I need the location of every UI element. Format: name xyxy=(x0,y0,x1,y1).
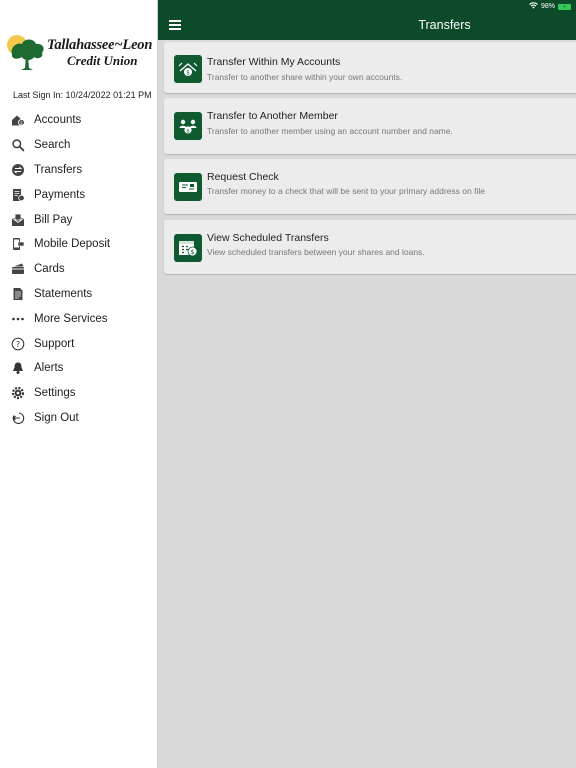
status-bar: 98% ▪ xyxy=(529,2,571,11)
tree-logo-icon xyxy=(7,35,44,70)
sidebar-item-label: Sign Out xyxy=(34,411,79,424)
sidebar-menu: $ Accounts Search Transfers Payments Bil… xyxy=(0,108,158,430)
logo-name-line2: Credit Union xyxy=(67,53,138,68)
sidebar-item-label: Transfers xyxy=(34,163,83,176)
sidebar-item-label: Cards xyxy=(34,263,65,276)
accounts-icon: $ xyxy=(11,113,25,127)
sidebar-item-label: Settings xyxy=(34,387,76,400)
page-title: Transfers xyxy=(418,18,471,32)
help-icon: ? xyxy=(11,337,25,351)
svg-text:$: $ xyxy=(186,128,190,134)
statements-icon xyxy=(11,287,25,301)
gear-icon xyxy=(11,386,25,400)
sidebar-item-label: Support xyxy=(34,337,75,350)
sidebar-item-cards[interactable]: Cards xyxy=(0,257,158,282)
sign-out-icon xyxy=(11,411,25,425)
check-icon xyxy=(174,173,202,201)
request-check-card[interactable]: Request Check Transfer money to a check … xyxy=(164,159,576,214)
card-title: Transfer to Another Member xyxy=(207,110,338,122)
battery-percent: 98% xyxy=(540,3,555,10)
calendar-dollar-icon: $ xyxy=(174,234,202,262)
sidebar-item-label: Search xyxy=(34,139,71,152)
transfer-another-member-card[interactable]: $ Transfer to Another Member Transfer to… xyxy=(164,98,576,154)
credit-union-logo: Tallahassee~Leon Credit Union xyxy=(6,34,156,74)
battery-icon: ▪ xyxy=(558,3,571,10)
sidebar-item-more-services[interactable]: More Services xyxy=(0,306,158,331)
svg-text:$: $ xyxy=(190,248,194,256)
sidebar-item-label: Accounts xyxy=(34,114,82,127)
sidebar-item-label: More Services xyxy=(34,312,108,325)
sidebar-item-label: Payments xyxy=(34,188,86,201)
card-subtitle: Transfer to another member using an acco… xyxy=(207,126,453,136)
wifi-icon xyxy=(529,2,538,11)
card-subtitle: Transfer money to a check that will be s… xyxy=(207,186,485,196)
transfer-member-icon: $ xyxy=(174,112,202,140)
transfer-within-accounts-card[interactable]: $ Transfer Within My Accounts Transfer t… xyxy=(164,42,576,93)
sidebar-item-statements[interactable]: Statements xyxy=(0,282,158,307)
sidebar-item-transfers[interactable]: Transfers xyxy=(0,158,158,183)
sidebar-item-support[interactable]: ? Support xyxy=(0,331,158,356)
sidebar-item-sign-out[interactable]: Sign Out xyxy=(0,406,158,431)
card-subtitle: View scheduled transfers between your sh… xyxy=(207,247,425,257)
sidebar-item-label: Bill Pay xyxy=(34,213,73,226)
sidebar-item-settings[interactable]: Settings xyxy=(0,381,158,406)
card-title: Request Check xyxy=(207,171,279,183)
sidebar-item-search[interactable]: Search xyxy=(0,133,158,158)
transfer-within-icon: $ xyxy=(174,55,202,83)
app-header: 98% ▪ Transfers xyxy=(158,0,576,40)
transfers-icon xyxy=(11,163,25,177)
card-subtitle: Transfer to another share within your ow… xyxy=(207,72,403,82)
sidebar-item-label: Mobile Deposit xyxy=(34,238,111,251)
card-title: View Scheduled Transfers xyxy=(207,232,329,244)
mobile-deposit-icon xyxy=(11,237,25,251)
card-title: Transfer Within My Accounts xyxy=(207,56,341,68)
svg-text:$: $ xyxy=(186,70,190,77)
svg-text:?: ? xyxy=(16,340,20,349)
sidebar-item-alerts[interactable]: Alerts xyxy=(0,356,158,381)
last-sign-in: Last Sign In: 10/24/2022 01:21 PM xyxy=(13,90,152,100)
bill-pay-icon xyxy=(11,213,25,227)
sidebar-item-accounts[interactable]: $ Accounts xyxy=(0,108,158,133)
sidebar-item-bill-pay[interactable]: Bill Pay xyxy=(0,207,158,232)
sidebar-item-payments[interactable]: Payments xyxy=(0,182,158,207)
sidebar-item-mobile-deposit[interactable]: Mobile Deposit xyxy=(0,232,158,257)
view-scheduled-transfers-card[interactable]: $ View Scheduled Transfers View schedule… xyxy=(164,220,576,274)
sidebar-item-label: Statements xyxy=(34,287,93,300)
logo-name-line1: Tallahassee~Leon xyxy=(47,37,153,53)
cards-icon xyxy=(11,262,25,276)
bell-icon xyxy=(11,361,25,375)
svg-text:$: $ xyxy=(20,121,23,127)
sidebar-item-label: Alerts xyxy=(34,362,64,375)
sidebar: Tallahassee~Leon Credit Union Last Sign … xyxy=(0,0,158,768)
search-icon xyxy=(11,138,25,152)
payments-icon xyxy=(11,188,25,202)
more-icon xyxy=(11,312,25,326)
